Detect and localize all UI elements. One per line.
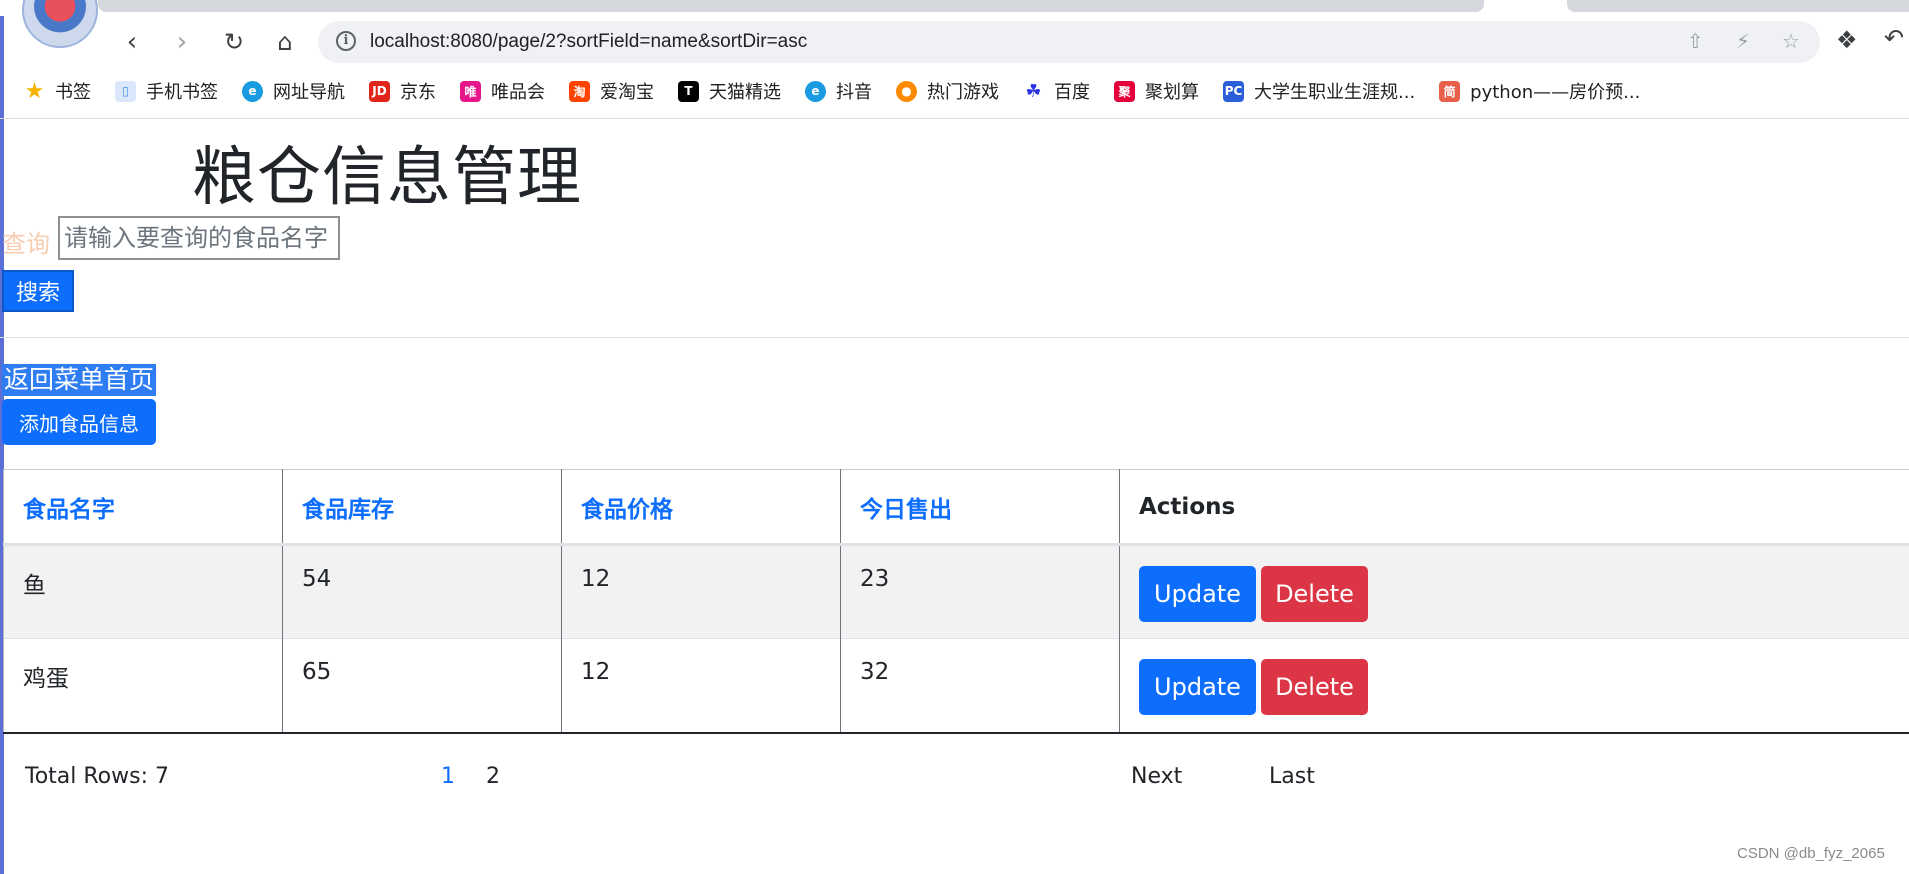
- bookmark-item[interactable]: ☘ 百度: [1023, 78, 1090, 104]
- add-food-button[interactable]: 添加食品信息: [2, 399, 156, 445]
- share-icon[interactable]: ⇧: [1687, 29, 1704, 53]
- vip-icon: 唯: [460, 80, 481, 102]
- bookmarks-bar: ★ 书签 ▯ 手机书签 e 网址导航 JD 京东唯唯品会淘爱淘宝 T 天猫精选 e 抖音 ● 热门游戏 ☘ 百…: [0, 70, 1909, 112]
- tmall-icon: T: [678, 80, 699, 102]
- bookmark-item[interactable]: 淘爱淘宝: [569, 78, 654, 104]
- bookmark-star-icon[interactable]: ☆: [1782, 29, 1800, 53]
- cell-actions: Update Delete: [1119, 638, 1909, 733]
- bookmark-label: 京东: [400, 82, 436, 103]
- lightning-icon[interactable]: ⚡: [1736, 29, 1750, 53]
- next-page-link[interactable]: Next: [1131, 764, 1182, 789]
- browser-tab[interactable]: [1567, 0, 1909, 12]
- bookmark-label: 大学生职业生涯规...: [1254, 82, 1416, 103]
- bookmark-item[interactable]: JD 京东: [369, 78, 436, 104]
- pc-icon: PC: [1223, 80, 1244, 102]
- bookmark-label: 手机书签: [146, 82, 218, 103]
- bookmark-label: 百度: [1054, 82, 1090, 103]
- juhuasuan-icon: 聚: [1114, 80, 1135, 102]
- browser-e-icon: e: [242, 80, 263, 102]
- tab-strip: [0, 0, 1909, 16]
- address-bar[interactable]: i localhost:8080/page/2?sortField=name&s…: [318, 21, 1820, 63]
- update-button[interactable]: Update: [1139, 566, 1256, 622]
- url-text[interactable]: localhost:8080/page/2?sortField=name&sor…: [370, 31, 807, 53]
- search-input[interactable]: [58, 216, 340, 260]
- watermark: CSDN @db_fyz_2065: [1737, 845, 1885, 862]
- cell-sold-today: 32: [840, 638, 1120, 733]
- reload-icon[interactable]: ↻: [216, 24, 252, 60]
- cell-food-name: 鱼: [3, 544, 283, 639]
- cell-sold-today: 23: [840, 544, 1120, 639]
- total-rows-text: Total Rows: 7: [25, 764, 169, 789]
- cell-food-stock: 65: [282, 638, 562, 733]
- header-food-stock[interactable]: 食品库存: [282, 469, 562, 546]
- baidu-paw-icon: ☘: [1025, 80, 1042, 102]
- cell-food-price: 12: [561, 638, 841, 733]
- page-title: 粮仓信息管理: [192, 141, 582, 215]
- bookmark-item[interactable]: 简 python——房价预...: [1439, 78, 1640, 104]
- bookmark-item[interactable]: ★ 书签: [24, 78, 91, 104]
- sort-link[interactable]: 食品库存: [302, 497, 394, 523]
- browser-tab[interactable]: [98, 0, 1484, 12]
- bookmark-item[interactable]: T 天猫精选: [678, 78, 781, 104]
- header-actions: Actions: [1119, 469, 1909, 546]
- bookmark-item[interactable]: e 抖音: [805, 78, 872, 104]
- bookmark-item[interactable]: 聚聚划算: [1114, 78, 1199, 104]
- cell-food-price: 12: [561, 544, 841, 639]
- bookmark-item[interactable]: PC 大学生职业生涯规...: [1223, 78, 1415, 104]
- header-food-name[interactable]: 食品名字: [3, 469, 283, 546]
- jd-icon: JD: [369, 80, 390, 102]
- star-icon: ★: [24, 78, 45, 104]
- bookmark-item[interactable]: ● 热门游戏: [896, 78, 999, 104]
- update-button[interactable]: Update: [1139, 659, 1256, 715]
- table-row: 鸡蛋 65 12 32 Update Delete: [3, 638, 1909, 733]
- bookmark-label: 书签: [55, 82, 91, 103]
- bookmark-label: python——房价预...: [1470, 82, 1641, 103]
- site-info-icon[interactable]: i: [336, 31, 356, 51]
- header-sold-today[interactable]: 今日售出: [840, 469, 1120, 546]
- forward-arrow-icon[interactable]: ›: [164, 24, 200, 60]
- bookmark-label: 爱淘宝: [600, 82, 654, 103]
- food-table: 食品名字 食品库存 食品价格 今日售出 Actions 鱼 54 12 23 U…: [3, 469, 1909, 734]
- back-to-menu-link[interactable]: 返回菜单首页: [2, 364, 157, 396]
- bookmark-label: 天猫精选: [709, 82, 781, 103]
- page-link-1[interactable]: 1: [441, 764, 455, 789]
- divider: [0, 337, 1909, 338]
- header-food-price[interactable]: 食品价格: [561, 469, 841, 546]
- browser-e-icon: e: [805, 80, 826, 102]
- cell-food-name: 鸡蛋: [3, 638, 283, 733]
- phone-icon: ▯: [115, 80, 136, 102]
- sort-link[interactable]: 食品价格: [581, 497, 673, 523]
- home-icon[interactable]: ⌂: [267, 24, 303, 60]
- sort-link[interactable]: 今日售出: [860, 497, 952, 523]
- bookmark-label: 抖音: [836, 82, 872, 103]
- extensions-icon[interactable]: ❖: [1836, 26, 1858, 54]
- bookmark-item[interactable]: 唯唯品会: [460, 78, 545, 104]
- bookmark-item[interactable]: e 网址导航: [242, 78, 345, 104]
- search-button[interactable]: 搜索: [2, 270, 74, 312]
- jian-icon: 简: [1439, 80, 1461, 102]
- bookmark-label: 聚划算: [1145, 82, 1199, 103]
- search-label: 查询: [2, 230, 50, 258]
- bookmark-label: 热门游戏: [927, 82, 999, 103]
- chrome-divider: [0, 118, 1909, 119]
- bookmark-label: 唯品会: [491, 82, 545, 103]
- delete-button[interactable]: Delete: [1261, 566, 1368, 622]
- last-page-link[interactable]: Last: [1269, 764, 1315, 789]
- page-link-2[interactable]: 2: [486, 764, 500, 789]
- back-arrow-icon[interactable]: ‹: [114, 24, 150, 60]
- table-row: 鱼 54 12 23 Update Delete: [3, 544, 1909, 639]
- profile-avatar-icon[interactable]: [22, 0, 98, 48]
- bookmark-item[interactable]: ▯ 手机书签: [115, 78, 218, 104]
- sort-link[interactable]: 食品名字: [23, 497, 115, 523]
- cell-actions: Update Delete: [1119, 544, 1909, 639]
- game-icon: ●: [896, 80, 917, 102]
- table-header-row: 食品名字 食品库存 食品价格 今日售出 Actions: [3, 469, 1909, 546]
- cell-food-stock: 54: [282, 544, 562, 639]
- taobao-icon: 淘: [569, 80, 590, 102]
- undo-icon[interactable]: ↶: [1884, 24, 1904, 52]
- delete-button[interactable]: Delete: [1261, 659, 1368, 715]
- bookmark-label: 网址导航: [273, 82, 345, 103]
